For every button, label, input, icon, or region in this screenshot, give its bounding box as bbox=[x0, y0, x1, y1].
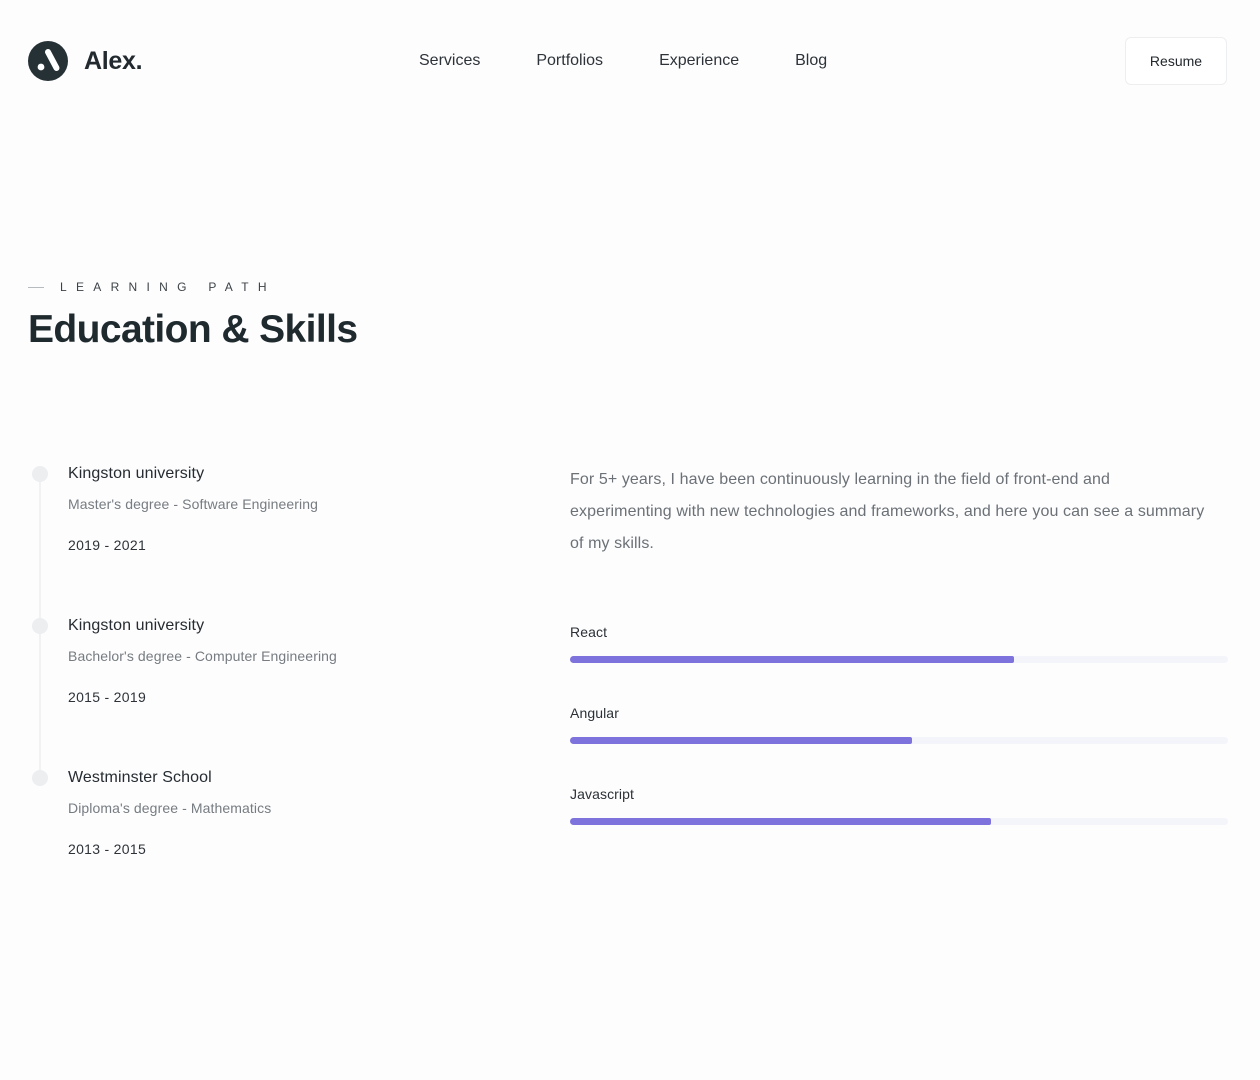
nav-item-portfolios[interactable]: Portfolios bbox=[536, 51, 603, 71]
timeline-dot-icon bbox=[32, 618, 48, 634]
skill-progress-fill bbox=[570, 818, 992, 825]
degree-label: Bachelor's degree - Computer Engineering bbox=[68, 648, 337, 664]
nav-item-experience[interactable]: Experience bbox=[659, 51, 739, 71]
year-range: 2019 - 2021 bbox=[68, 537, 147, 553]
eyebrow-label: Learning Path bbox=[60, 280, 276, 294]
degree-label: Diploma's degree - Mathematics bbox=[68, 800, 272, 816]
nav-item-blog[interactable]: Blog bbox=[795, 51, 827, 71]
school-name: Kingston university bbox=[68, 617, 205, 634]
skill-label: Angular bbox=[570, 705, 619, 721]
main-nav: Services Portfolios Experience Blog bbox=[419, 51, 827, 71]
skills-intro: For 5+ years, I have been continuously l… bbox=[570, 471, 1205, 552]
nav-item-services[interactable]: Services bbox=[419, 51, 480, 71]
skill-item: Angular bbox=[570, 705, 1228, 744]
timeline-dot-icon bbox=[32, 466, 48, 482]
skill-progress-track bbox=[570, 818, 1228, 825]
logo-mark-icon bbox=[28, 41, 68, 81]
eyebrow-divider bbox=[28, 286, 44, 288]
year-range: 2015 - 2019 bbox=[68, 689, 147, 705]
skill-progress-fill bbox=[570, 656, 1015, 663]
timeline-dot-icon bbox=[32, 770, 48, 786]
year-range: 2013 - 2015 bbox=[68, 841, 147, 857]
page: Alex. Services Portfolios Experience Blo… bbox=[0, 0, 1260, 1080]
section-eyebrow: Learning Path bbox=[28, 280, 276, 294]
page-title: Education & Skills bbox=[28, 308, 358, 351]
school-name: Westminster School bbox=[68, 769, 212, 786]
skill-item: Javascript bbox=[570, 786, 1228, 825]
skill-item: React bbox=[570, 624, 1228, 663]
school-name: Kingston university bbox=[68, 465, 205, 482]
skill-progress-track bbox=[570, 656, 1228, 663]
brand-name: Alex. bbox=[84, 46, 143, 75]
skill-progress-track bbox=[570, 737, 1228, 744]
brand-logo[interactable]: Alex. bbox=[28, 41, 143, 81]
resume-button[interactable]: Resume bbox=[1125, 37, 1227, 85]
skill-progress-fill bbox=[570, 737, 913, 744]
skill-label: React bbox=[570, 624, 608, 640]
degree-label: Master's degree - Software Engineering bbox=[68, 496, 319, 512]
skill-label: Javascript bbox=[570, 786, 635, 802]
